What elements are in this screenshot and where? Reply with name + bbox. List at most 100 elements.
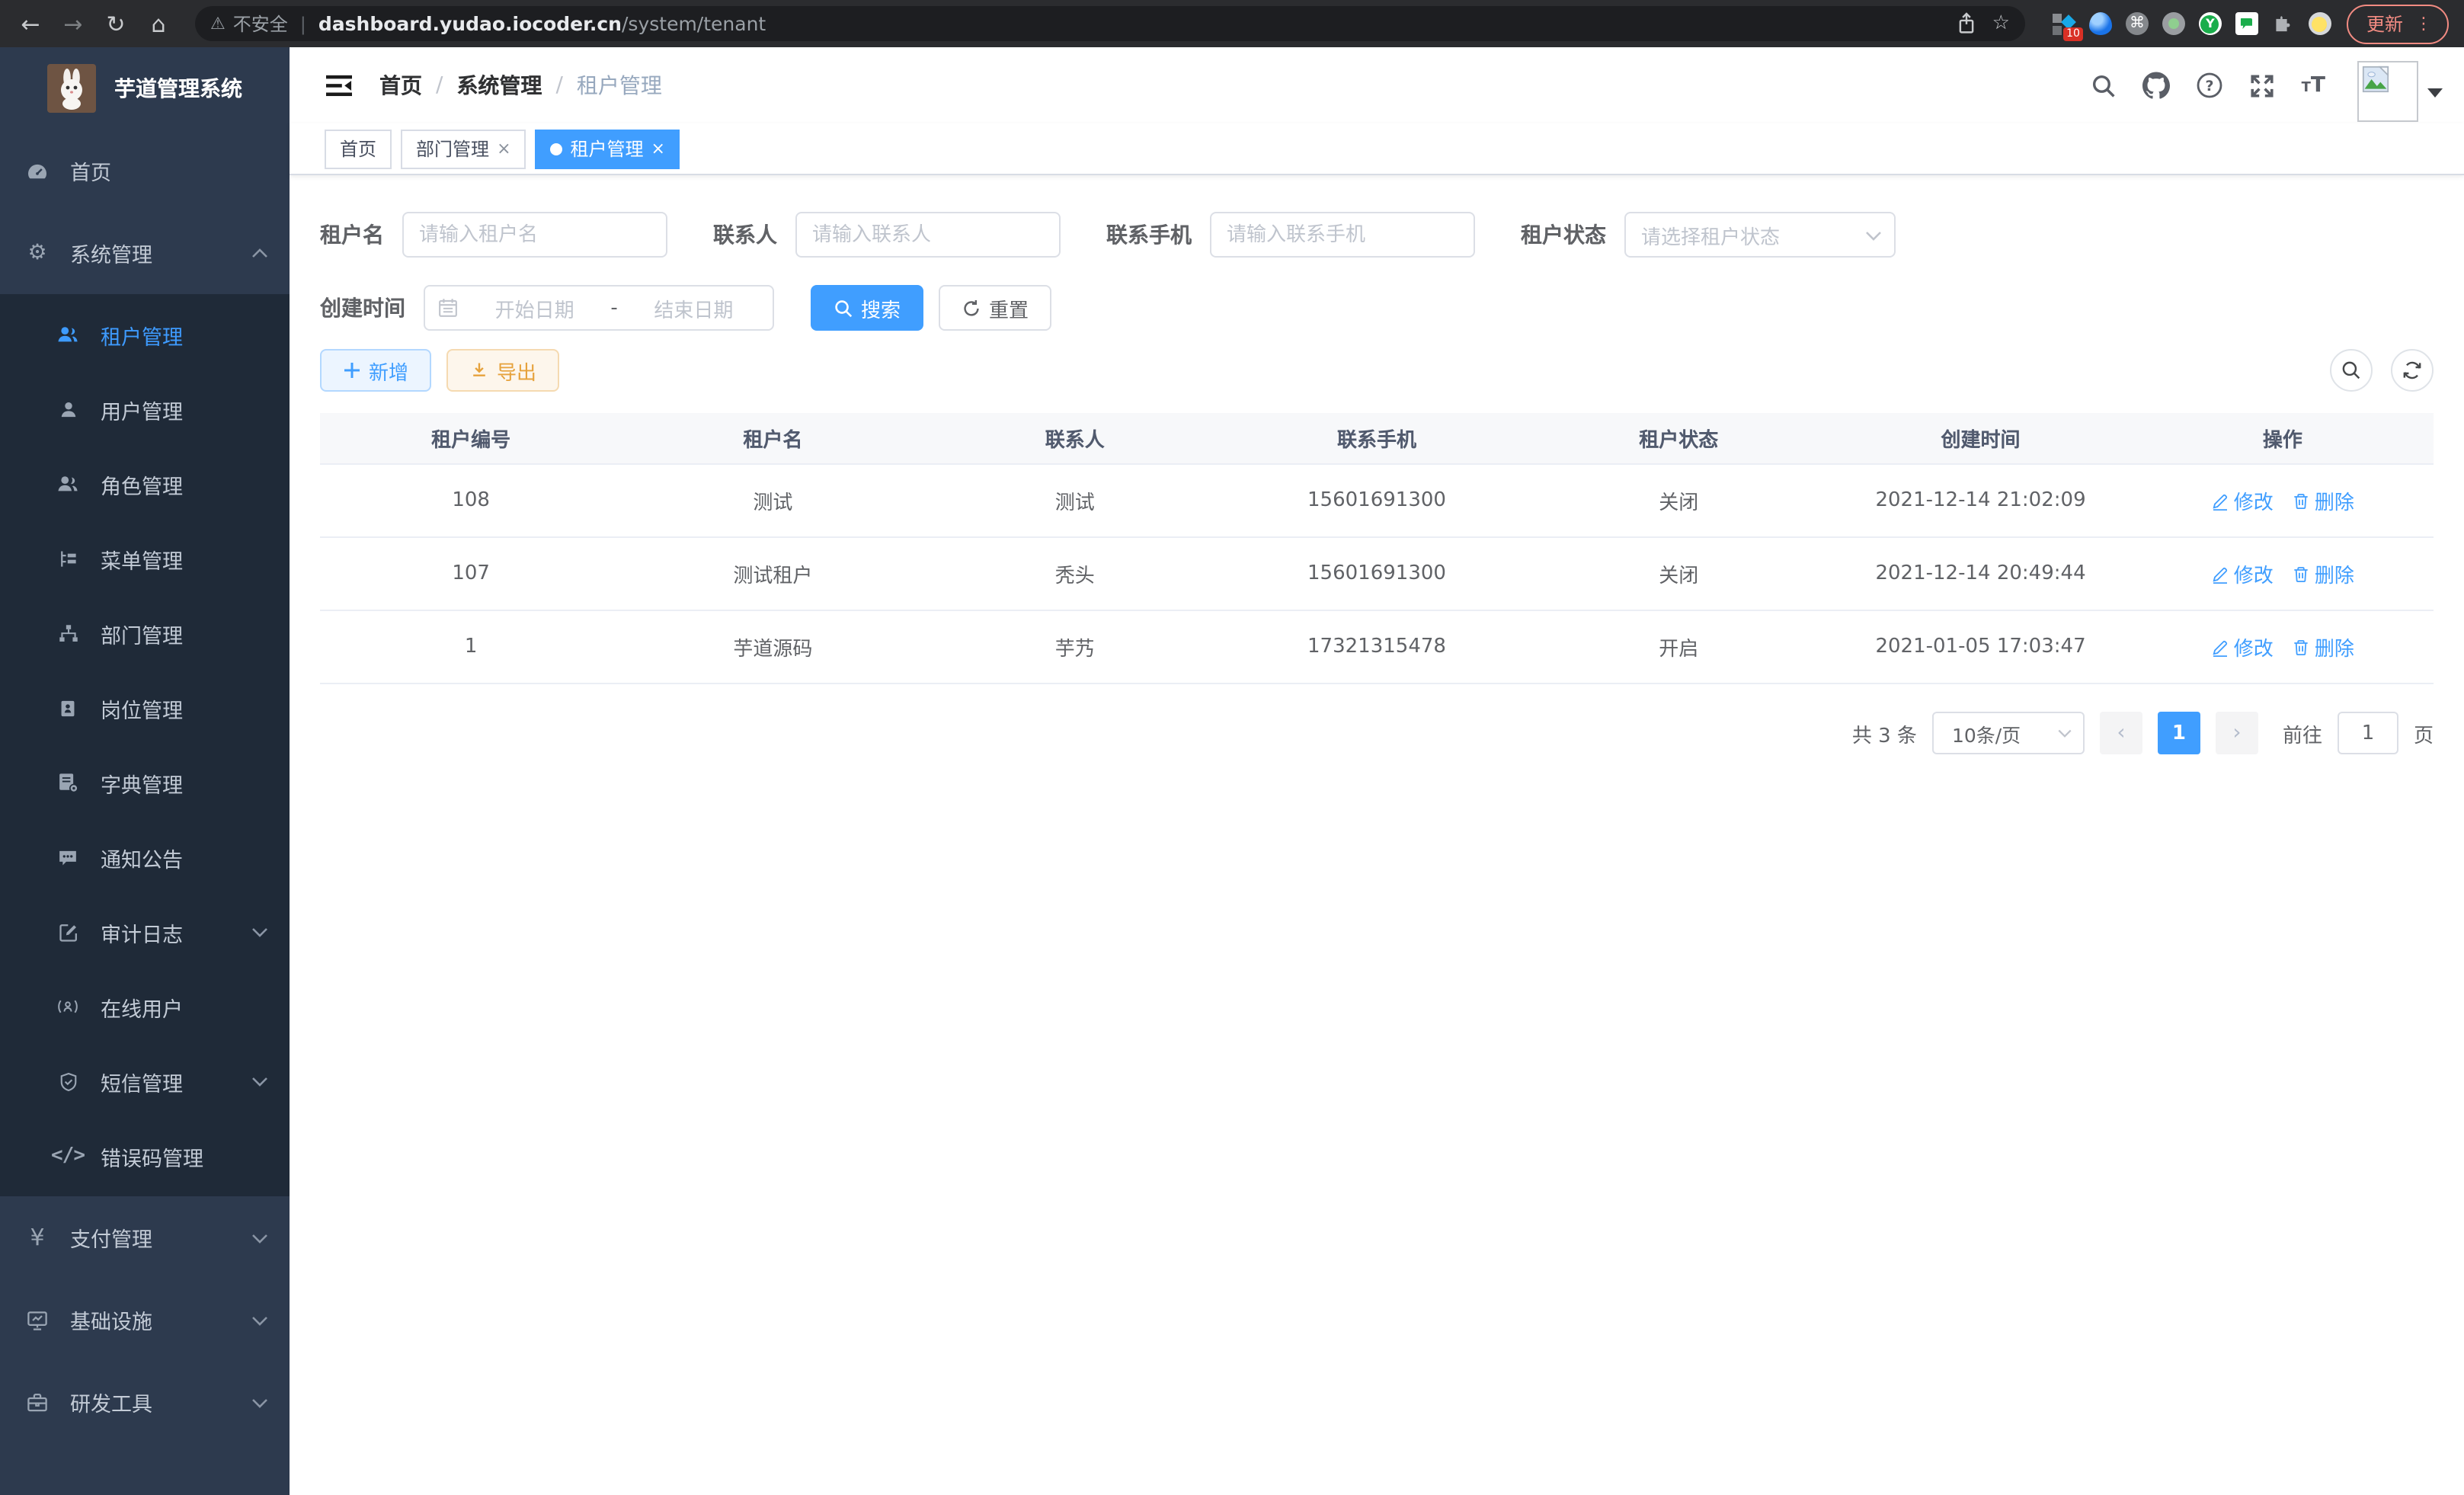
extension-dot-icon[interactable] <box>2162 12 2185 35</box>
sidebar-item-dept[interactable]: 部门管理 <box>0 596 290 671</box>
share-icon[interactable] <box>1957 12 1977 35</box>
export-button[interactable]: 导出 <box>446 349 559 392</box>
sidebar-item-label: 基础设施 <box>70 1305 251 1335</box>
sidebar-item-audit-log[interactable]: 审计日志 <box>0 895 290 969</box>
calendar-icon <box>437 297 459 319</box>
chevron-down-icon <box>251 1314 268 1325</box>
export-button-label: 导出 <box>497 356 536 385</box>
contact-input[interactable] <box>795 212 1061 258</box>
edit-link[interactable]: 修改 <box>2211 632 2274 661</box>
delete-link[interactable]: 删除 <box>2292 632 2354 661</box>
sidebar-item-user[interactable]: 用户管理 <box>0 372 290 447</box>
help-icon[interactable]: ? <box>2197 72 2224 99</box>
page-number-button[interactable]: 1 <box>2158 712 2200 754</box>
tenant-name-input[interactable] <box>402 212 667 258</box>
close-icon[interactable]: × <box>651 139 665 158</box>
delete-link[interactable]: 删除 <box>2292 559 2354 588</box>
edit-link-label: 修改 <box>2234 632 2274 661</box>
breadcrumb-home[interactable]: 首页 <box>379 70 422 101</box>
refresh-button[interactable] <box>2391 349 2434 392</box>
status-select[interactable]: 请选择租户状态 <box>1624 212 1896 258</box>
tags-view: 首页 部门管理 × 租户管理 × <box>290 123 2464 175</box>
end-date-placeholder[interactable]: 结束日期 <box>627 293 760 322</box>
navbar: 首页 / 系统管理 / 租户管理 ? <box>290 47 2464 123</box>
sidebar-item-post[interactable]: 岗位管理 <box>0 671 290 745</box>
sidebar-item-label: 支付管理 <box>70 1222 251 1253</box>
cell-status: 关闭 <box>1528 538 1829 610</box>
browser-reload-icon[interactable]: ↻ <box>98 5 134 42</box>
close-icon[interactable]: × <box>497 139 510 158</box>
tab-home[interactable]: 首页 <box>325 129 392 168</box>
extension-command-icon[interactable]: ⌘ <box>2126 12 2149 35</box>
status-placeholder: 请选择租户状态 <box>1641 220 1865 249</box>
extensions-puzzle-icon[interactable] <box>2272 12 2295 35</box>
add-button[interactable]: 新增 <box>320 349 431 392</box>
extension-avatar-icon[interactable] <box>2309 12 2331 35</box>
pagination-total: 共 3 条 <box>1852 719 1917 748</box>
sidebar-item-error-code[interactable]: </> 错误码管理 <box>0 1119 290 1193</box>
delete-link[interactable]: 删除 <box>2292 486 2354 515</box>
tab-dept[interactable]: 部门管理 × <box>401 129 526 168</box>
breadcrumb-system[interactable]: 系统管理 <box>456 70 542 101</box>
table-row: 1 芋道源码 芋艿 17321315478 开启 2021-01-05 17:0… <box>320 611 2434 684</box>
address-bar[interactable]: ⚠ 不安全 | dashboard.yudao.iocoder.cn /syst… <box>195 6 2025 41</box>
sidebar-item-notice[interactable]: 通知公告 <box>0 820 290 895</box>
font-size-icon[interactable]: TT <box>2302 73 2325 98</box>
sidebar-item-home[interactable]: 首页 <box>0 130 290 212</box>
prev-page-button[interactable]: ‹ <box>2100 712 2142 754</box>
fullscreen-icon[interactable] <box>2250 72 2276 98</box>
sidebar-item-tenant[interactable]: 租户管理 <box>0 297 290 372</box>
reset-button[interactable]: 重置 <box>939 285 1051 331</box>
browser-menu-kebab-icon[interactable]: ⋮ <box>2415 13 2432 33</box>
extension-balloon-icon[interactable] <box>2089 12 2112 35</box>
extension-blocks-icon[interactable]: 10 <box>2053 12 2075 35</box>
col-contact: 联系人 <box>924 413 1226 463</box>
browser-forward-icon[interactable]: → <box>55 5 91 42</box>
online-user-icon <box>56 994 79 1019</box>
sidebar-item-system[interactable]: ⚙ 系统管理 <box>0 212 290 294</box>
sidebar-item-role[interactable]: 角色管理 <box>0 447 290 521</box>
github-icon[interactable] <box>2143 72 2171 99</box>
browser-home-icon[interactable]: ⌂ <box>140 5 177 42</box>
edit-link[interactable]: 修改 <box>2211 559 2274 588</box>
extension-chat-icon[interactable] <box>2235 12 2258 35</box>
chevron-down-icon <box>251 1232 268 1243</box>
sidebar-item-infra[interactable]: 基础设施 <box>0 1279 290 1361</box>
search-icon[interactable] <box>2091 72 2117 98</box>
sidebar-item-dict[interactable]: 字典管理 <box>0 745 290 820</box>
col-phone: 联系手机 <box>1226 413 1528 463</box>
date-range-picker[interactable]: 开始日期 - 结束日期 <box>424 285 774 331</box>
tab-tenant[interactable]: 租户管理 × <box>536 129 680 168</box>
page-unit-label: 页 <box>2414 719 2434 748</box>
browser-update-button[interactable]: 更新 ⋮ <box>2347 4 2449 43</box>
cell-created: 2021-12-14 21:02:09 <box>1829 465 2131 536</box>
sidebar-item-menu[interactable]: 菜单管理 <box>0 521 290 596</box>
search-button[interactable]: 搜索 <box>811 285 923 331</box>
edit-link[interactable]: 修改 <box>2211 486 2274 515</box>
sidebar-item-pay[interactable]: ¥ 支付管理 <box>0 1196 290 1279</box>
breadcrumb-separator: / <box>555 73 562 98</box>
start-date-placeholder[interactable]: 开始日期 <box>468 293 601 322</box>
next-page-button[interactable]: › <box>2216 712 2258 754</box>
avatar[interactable] <box>2357 61 2418 122</box>
id-badge-icon <box>56 696 79 720</box>
goto-page-input[interactable] <box>2338 712 2398 754</box>
sidebar-item-label: 通知公告 <box>101 842 268 872</box>
table-row: 108 测试 测试 15601691300 关闭 2021-12-14 21:0… <box>320 465 2434 538</box>
page-size-select[interactable]: 10条/页 <box>1932 712 2085 754</box>
security-label[interactable]: 不安全 <box>233 11 288 37</box>
page-size-value: 10条/页 <box>1952 719 2057 748</box>
sidebar-item-dev-tools[interactable]: 研发工具 <box>0 1361 290 1443</box>
sidebar-item-sms[interactable]: 短信管理 <box>0 1044 290 1119</box>
user-menu[interactable] <box>2357 49 2443 122</box>
toggle-search-button[interactable] <box>2330 349 2373 392</box>
bookmark-star-icon[interactable]: ☆ <box>1992 12 2010 35</box>
sidebar-toggle-icon[interactable] <box>326 74 352 97</box>
phone-input[interactable] <box>1210 212 1475 258</box>
extension-y-icon[interactable] <box>2199 12 2222 35</box>
browser-back-icon[interactable]: ← <box>12 5 49 42</box>
sidebar-item-label: 菜单管理 <box>101 543 268 574</box>
sidebar-item-label: 角色管理 <box>101 469 268 499</box>
app-logo-row[interactable]: 芋道管理系统 <box>0 47 290 130</box>
sidebar-item-online-users[interactable]: 在线用户 <box>0 969 290 1044</box>
